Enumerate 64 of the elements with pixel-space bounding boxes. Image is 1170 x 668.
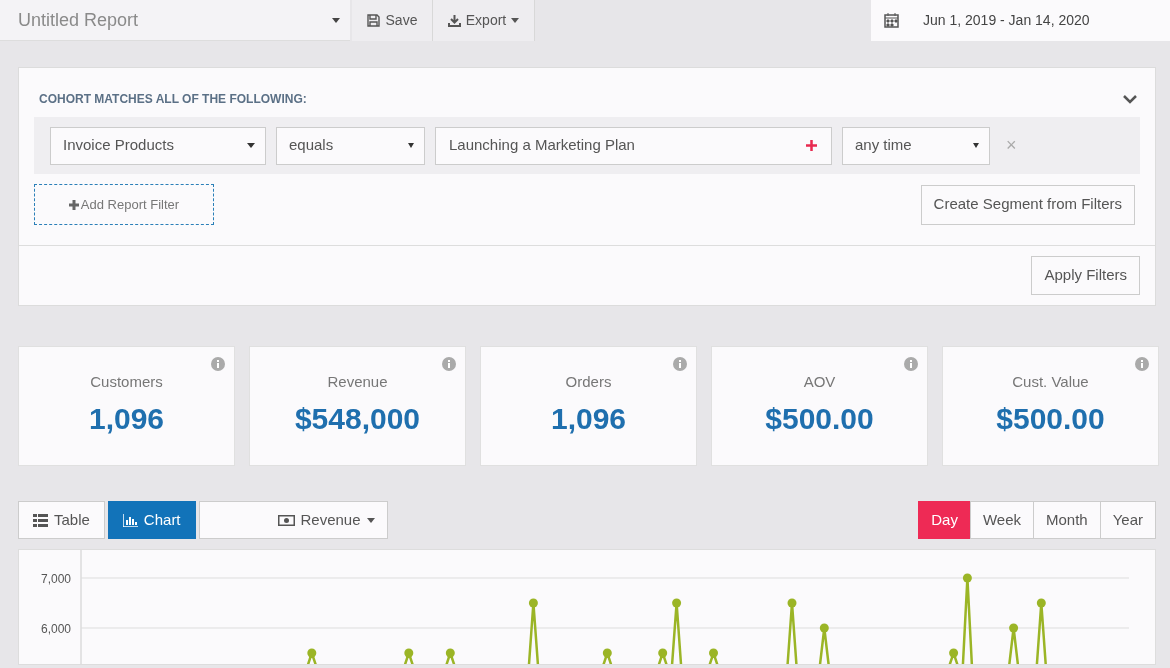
calendar-icon (884, 13, 899, 28)
data-point (1036, 598, 1046, 608)
data-point (1009, 623, 1019, 633)
apply-filters-button[interactable]: Apply Filters (1031, 256, 1140, 295)
banknote-icon (277, 514, 295, 526)
chart-view-tab[interactable]: Chart (107, 501, 196, 539)
data-point (445, 648, 455, 658)
field-dropdown[interactable]: Invoice Products (50, 126, 266, 165)
caret-icon (366, 517, 375, 523)
operator-dropdown[interactable]: equals (276, 126, 425, 165)
plus-icon (806, 140, 817, 151)
filter-heading: COHORT MATCHES ALL OF THE FOLLOWING: (39, 91, 307, 108)
metric-dropdown[interactable]: Revenue (198, 501, 388, 539)
stat-value: $500.00 (996, 400, 1105, 437)
data-point (962, 573, 972, 583)
time-dropdown[interactable]: any time (842, 126, 990, 165)
data-point (949, 648, 959, 658)
export-button[interactable]: Export (433, 0, 535, 41)
stat-value: $548,000 (294, 400, 421, 437)
stat-value: 1,096 (88, 400, 165, 437)
data-point (709, 648, 718, 658)
value-field[interactable]: Launching a Marketing Plan (435, 126, 832, 165)
y-axis-label: 7,000 (39, 571, 71, 588)
caret-icon (247, 143, 255, 148)
period-tab[interactable]: Day (918, 501, 971, 539)
save-icon (366, 14, 380, 27)
table-view-tab[interactable]: Table (18, 501, 105, 539)
caret-icon (511, 18, 520, 23)
data-point (404, 648, 414, 658)
period-tab[interactable]: Month (1033, 501, 1101, 539)
info-icon (1135, 357, 1149, 371)
info-icon (904, 357, 918, 371)
data-point (787, 598, 797, 608)
chevron-down-icon (1123, 94, 1137, 104)
stat-value: 1,096 (550, 400, 627, 437)
y-axis-label: 6,000 (39, 621, 71, 638)
save-button[interactable]: Save (352, 0, 433, 41)
caret-icon (973, 143, 979, 148)
create-segment-button[interactable]: Create Segment from Filters (920, 184, 1135, 225)
stat-label: AOV (803, 372, 836, 392)
plus-icon (68, 199, 79, 210)
caret-icon (332, 17, 340, 23)
stat-value: $500.00 (765, 400, 874, 437)
stat-label: Cust. Value (1012, 372, 1089, 392)
period-tab[interactable]: Week (969, 501, 1034, 539)
add-filter-button[interactable]: Add Report Filter (34, 184, 214, 225)
caret-icon (408, 143, 414, 148)
stat-label: Customers (90, 372, 163, 392)
bar-chart-icon (122, 513, 138, 527)
stat-label: Revenue (327, 372, 388, 392)
download-icon (447, 14, 461, 27)
date-range-picker[interactable]: Jun 1, 2019 - Jan 14, 2020 (871, 0, 1170, 41)
data-point (658, 648, 668, 658)
data-point (819, 623, 829, 633)
data-point (672, 598, 682, 608)
data-point (602, 648, 612, 658)
info-icon (442, 357, 456, 371)
data-point (307, 648, 317, 658)
period-tab[interactable]: Year (1099, 501, 1156, 539)
info-icon (211, 357, 225, 371)
stat-label: Orders (565, 372, 612, 392)
info-icon (673, 357, 687, 371)
list-icon (33, 513, 48, 527)
data-point (528, 598, 538, 608)
